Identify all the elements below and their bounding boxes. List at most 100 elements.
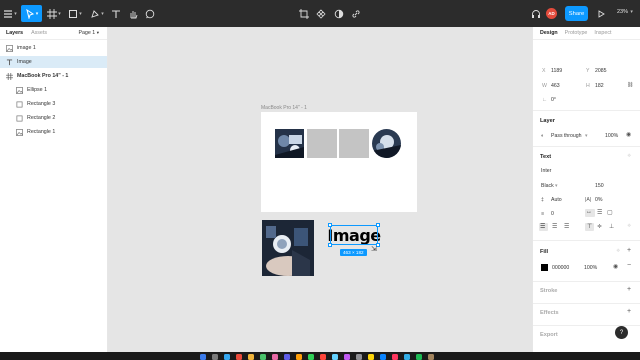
add-stroke-icon[interactable]: +: [627, 286, 631, 293]
text-styles-icon[interactable]: ⁘: [627, 153, 631, 159]
dock-app-icon[interactable]: [320, 354, 326, 360]
font-weight-select[interactable]: Black: [541, 183, 554, 189]
avatar[interactable]: AD: [546, 8, 557, 19]
dock-app-icon[interactable]: [356, 354, 362, 360]
dock-app-icon[interactable]: [404, 354, 410, 360]
macbook-frame[interactable]: [261, 112, 417, 212]
chevron-down-icon[interactable]: ▾: [585, 133, 588, 139]
dock-app-icon[interactable]: [344, 354, 350, 360]
rectangle-2[interactable]: [307, 129, 337, 158]
resize-handle-tl[interactable]: [328, 223, 332, 227]
align-left-button[interactable]: ☰: [539, 223, 548, 231]
letter-spacing-input[interactable]: 0%: [595, 197, 603, 203]
add-effect-icon[interactable]: +: [627, 308, 631, 315]
font-family-select[interactable]: Inter: [541, 168, 551, 174]
font-size-input[interactable]: 150: [595, 183, 604, 189]
headphones-button[interactable]: [530, 5, 542, 22]
chevron-down-icon[interactable]: ▾: [555, 183, 558, 189]
dock-app-icon[interactable]: [392, 354, 398, 360]
y-input[interactable]: 2085: [595, 68, 607, 74]
text-tool-button[interactable]: [110, 5, 122, 22]
eye-icon[interactable]: ◉: [626, 131, 631, 138]
resize-handle-tr[interactable]: [376, 223, 380, 227]
tab-assets[interactable]: Assets: [31, 30, 47, 36]
frame-tool-button[interactable]: ▾: [45, 5, 63, 22]
layer-rectangle-1[interactable]: Rectangle 1: [0, 126, 107, 138]
dock-app-icon[interactable]: [296, 354, 302, 360]
tab-inspect[interactable]: Inspect: [594, 30, 611, 36]
design-panel: Design Prototype Inspect X 1189 Y 2085 W…: [532, 27, 640, 352]
dock-app-icon[interactable]: [272, 354, 278, 360]
eye-icon[interactable]: ◉: [613, 263, 618, 270]
more-options-icon[interactable]: ⁘: [627, 223, 631, 229]
h-input[interactable]: 182: [595, 83, 604, 89]
crop-button[interactable]: [298, 5, 310, 22]
align-right-icon[interactable]: ☰: [564, 223, 569, 230]
rectangle-3[interactable]: [339, 129, 369, 158]
image-1-photo[interactable]: [262, 220, 314, 276]
move-tool-button[interactable]: ▾: [21, 5, 42, 22]
align-bottom-icon[interactable]: ⊥: [609, 223, 614, 230]
mask-button[interactable]: [333, 5, 345, 22]
tab-layers[interactable]: Layers: [6, 30, 23, 36]
hand-tool-button[interactable]: [127, 5, 139, 22]
present-button[interactable]: [596, 5, 606, 22]
dock-app-icon[interactable]: [416, 354, 422, 360]
dock-app-icon[interactable]: [368, 354, 374, 360]
align-center-icon[interactable]: ☰: [552, 223, 557, 230]
dock-app-icon[interactable]: [236, 354, 242, 360]
page-selector[interactable]: Page 1 ▾: [78, 30, 99, 36]
rotation-input[interactable]: 0°: [551, 97, 556, 103]
layer-rectangle-2[interactable]: Rectangle 2: [0, 112, 107, 124]
w-input[interactable]: 463: [551, 83, 560, 89]
layer-opacity-input[interactable]: 100%: [605, 133, 618, 139]
component-button[interactable]: [315, 5, 327, 22]
fill-styles-icon[interactable]: ⁘: [616, 248, 620, 254]
link-button[interactable]: [350, 5, 362, 22]
dock-app-icon[interactable]: [200, 354, 206, 360]
align-top-button[interactable]: ⊤: [585, 223, 594, 231]
rectangle-1-photo[interactable]: [275, 129, 304, 158]
zoom-dropdown[interactable]: 23% ▾: [617, 9, 633, 15]
auto-height-icon[interactable]: ☰: [597, 209, 602, 216]
line-height-input[interactable]: Auto: [551, 197, 562, 203]
comment-tool-button[interactable]: [144, 5, 156, 22]
fill-hex-input[interactable]: 000000: [552, 265, 569, 271]
fill-swatch[interactable]: [541, 264, 548, 271]
layer-macbook-frame[interactable]: MacBook Pro 14" - 1: [0, 70, 107, 82]
dock-app-icon[interactable]: [260, 354, 266, 360]
pen-tool-button[interactable]: ▾: [88, 5, 106, 22]
shape-tool-button[interactable]: ▾: [66, 5, 84, 22]
share-button[interactable]: Share: [565, 6, 588, 21]
add-fill-icon[interactable]: +: [627, 247, 631, 254]
remove-fill-icon[interactable]: −: [627, 262, 631, 269]
dock-app-icon[interactable]: [284, 354, 290, 360]
dock-app-icon[interactable]: [332, 354, 338, 360]
fixed-size-icon[interactable]: ▢: [607, 209, 613, 216]
main-menu-button[interactable]: ▾: [3, 5, 17, 22]
dock-app-icon[interactable]: [380, 354, 386, 360]
dock-app-icon[interactable]: [308, 354, 314, 360]
layer-rectangle-3[interactable]: Rectangle 3: [0, 98, 107, 110]
layer-image-1[interactable]: image 1: [0, 42, 107, 54]
dock-app-icon[interactable]: [428, 354, 434, 360]
paragraph-spacing-input[interactable]: 0: [551, 211, 554, 217]
help-button[interactable]: ?: [615, 326, 628, 339]
constrain-proportions-icon[interactable]: ⛓: [627, 82, 633, 88]
auto-width-button[interactable]: ↔: [585, 209, 595, 217]
layer-ellipse-1[interactable]: Ellipse 1: [0, 84, 107, 96]
layer-image-text[interactable]: Image: [0, 56, 107, 68]
align-middle-icon[interactable]: ≑: [597, 223, 602, 230]
frame-label[interactable]: MacBook Pro 14" - 1: [261, 105, 307, 111]
dock-app-icon[interactable]: [224, 354, 230, 360]
x-input[interactable]: 1189: [551, 68, 562, 74]
resize-handle-bl[interactable]: [328, 243, 332, 247]
w-label: W: [542, 83, 547, 89]
ellipse-1-photo[interactable]: [372, 129, 401, 158]
tab-prototype[interactable]: Prototype: [565, 30, 588, 36]
dock-app-icon[interactable]: [248, 354, 254, 360]
blend-mode-select[interactable]: Pass through: [551, 133, 582, 139]
fill-opacity-input[interactable]: 100%: [584, 265, 597, 271]
dock-app-icon[interactable]: [212, 354, 218, 360]
tab-design[interactable]: Design: [540, 30, 558, 36]
